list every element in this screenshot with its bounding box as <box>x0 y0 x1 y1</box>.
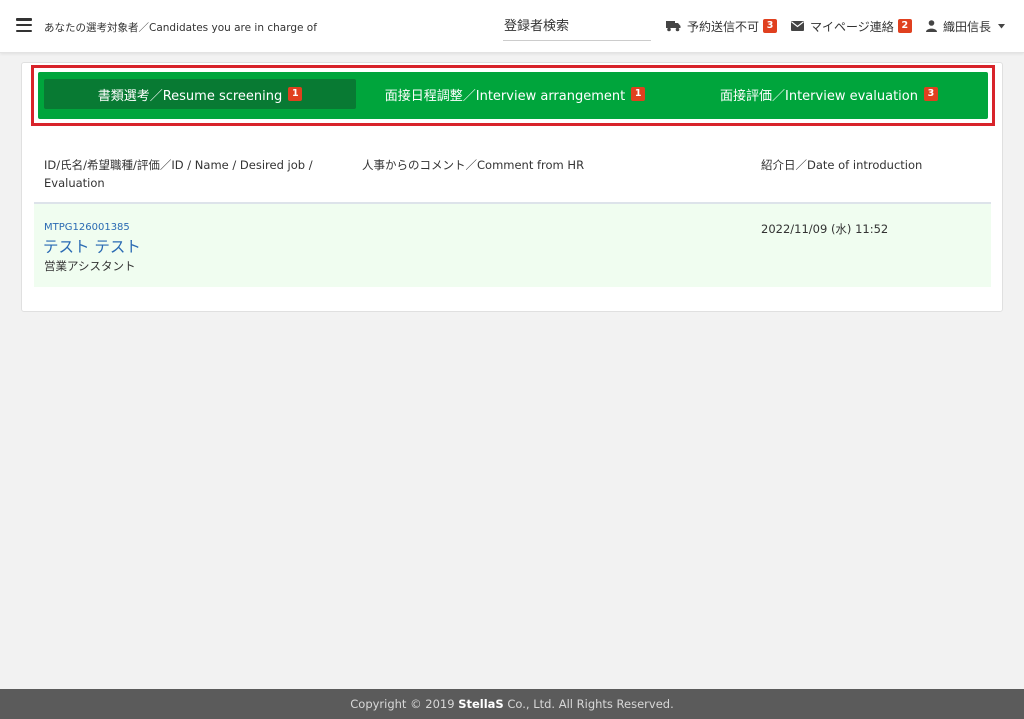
tab-interview-arrangement[interactable]: 面接日程調整／Interview arrangement 1 <box>366 79 664 109</box>
caret-down-icon <box>998 23 1006 28</box>
copyright-suffix: Co., Ltd. All Rights Reserved. <box>503 697 674 711</box>
user-icon <box>926 20 937 32</box>
send-failed-label: 予約送信不可 <box>687 19 760 34</box>
tab-resume-screening[interactable]: 書類選考／Resume screening 1 <box>44 79 356 109</box>
company-name: StellaS <box>458 697 504 711</box>
tab-bar: 書類選考／Resume screening 1 面接日程調整／Interview… <box>38 72 988 119</box>
tab-interview-arrangement-label: 面接日程調整／Interview arrangement <box>384 88 626 104</box>
mypage-contact-badge: 2 <box>897 19 912 33</box>
mypage-contact-label: マイページ連絡 <box>810 19 894 34</box>
tabs-highlight: 書類選考／Resume screening 1 面接日程調整／Interview… <box>31 65 995 126</box>
tab-interview-evaluation-badge: 3 <box>923 87 938 101</box>
table-row[interactable]: MTPG126001385 テスト テスト 営業アシスタント 2022/11/0… <box>34 204 991 287</box>
column-header-comment: 人事からのコメント／Comment from HR <box>362 158 585 172</box>
menu-icon[interactable] <box>16 18 32 32</box>
footer: Copyright © 2019 StellaS Co., Ltd. All R… <box>0 689 1024 719</box>
search-input[interactable] <box>503 13 651 41</box>
column-header-date: 紹介日／Date of introduction <box>761 158 923 172</box>
candidate-id-link[interactable]: MTPG126001385 <box>44 222 130 233</box>
candidate-desired-job: 営業アシスタント <box>44 259 136 273</box>
mypage-contact-link[interactable]: マイページ連絡 2 <box>791 17 912 35</box>
top-bar: あなたの選考対象者／Candidates you are in charge o… <box>0 0 1024 53</box>
send-failed-link[interactable]: 予約送信不可 3 <box>666 17 778 35</box>
column-header-candidate: ID/氏名/希望職種/評価／ID / Name / Desired job / … <box>44 158 313 190</box>
candidate-introduction-date: 2022/11/09 (水) 11:52 <box>761 222 889 236</box>
tab-interview-evaluation[interactable]: 面接評価／Interview evaluation 3 <box>674 79 984 109</box>
user-name: 織田信長 <box>943 19 992 34</box>
truck-icon <box>666 21 681 32</box>
user-menu[interactable]: 織田信長 <box>926 17 1006 35</box>
copyright-prefix: Copyright © 2019 <box>350 697 459 711</box>
tab-resume-screening-badge: 1 <box>288 87 303 101</box>
page-title: あなたの選考対象者／Candidates you are in charge o… <box>44 22 317 34</box>
content-card: 書類選考／Resume screening 1 面接日程調整／Interview… <box>21 62 1003 312</box>
tab-interview-arrangement-badge: 1 <box>631 87 646 101</box>
tab-resume-screening-label: 書類選考／Resume screening <box>97 88 283 104</box>
tab-interview-evaluation-label: 面接評価／Interview evaluation <box>720 88 918 104</box>
envelope-icon <box>791 21 804 31</box>
candidate-name-link[interactable]: テスト テスト <box>43 235 141 257</box>
send-failed-badge: 3 <box>763 19 778 33</box>
